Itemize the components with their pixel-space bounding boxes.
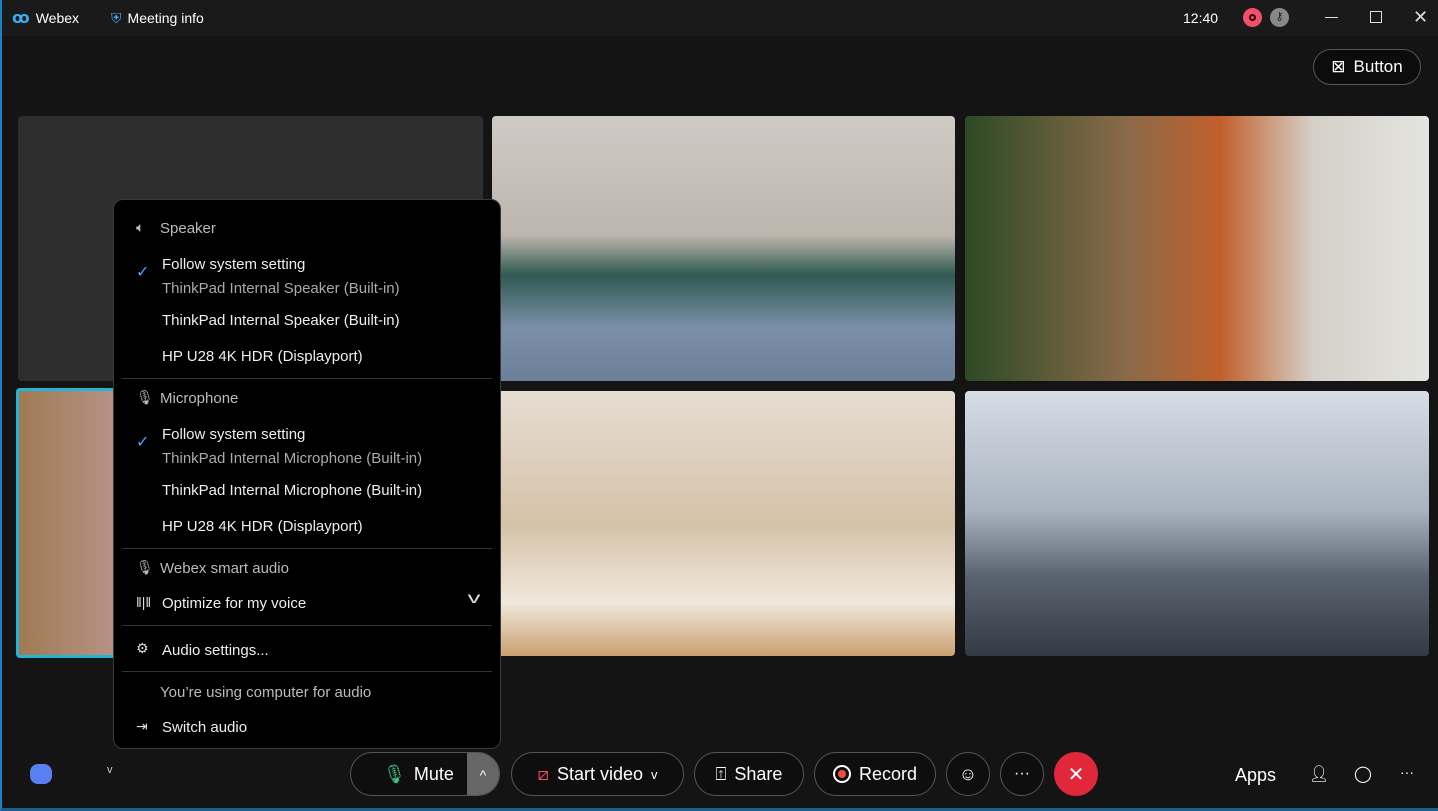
meeting-info-button[interactable]: Meeting info [128,10,204,26]
audio-status: You’re using computer for audio [160,684,372,701]
video-off-icon: ⧄ [537,763,549,784]
end-call-button[interactable]: ✕ [1054,752,1098,796]
start-video-label: Start video [556,763,643,784]
shield-lock-icon[interactable]: ⛨ [111,10,122,27]
chevron-down-icon: v [467,590,481,607]
apps-button[interactable]: Apps [1235,765,1276,786]
mute-label: Mute [413,763,454,784]
top-button[interactable]: ⊠ Button [1313,49,1421,85]
smiley-icon: ☺ [958,763,978,784]
ellipsis-icon: ··· [1014,765,1030,782]
crossed-box-icon: ⊠ [1331,57,1346,76]
chat-icon[interactable]: ◯ [1354,764,1372,784]
mute-button[interactable]: 🎙︎ Mute ^ [350,752,500,796]
share-button[interactable]: ⍐ Share [694,752,804,796]
microphone-option[interactable]: HP U28 4K HDR (Displayport) [162,518,363,535]
option-title: Follow system setting [162,256,306,273]
smart-audio-value: Optimize for my voice [162,595,307,612]
participants-icon[interactable]: 👤︎ [1309,764,1329,784]
ai-assistant-icon[interactable] [30,764,52,784]
minimize-button[interactable] [1325,17,1338,18]
close-button[interactable]: ✕ [1413,7,1428,28]
speaker-option[interactable]: ThinkPad Internal Speaker (Built-in) [162,312,400,329]
switch-audio-item[interactable]: Switch audio [162,719,247,736]
microphone-icon: 🎙︎ [383,763,406,784]
speaker-option[interactable]: HP U28 4K HDR (Displayport) [162,348,363,365]
divider [122,625,492,626]
video-tile-3[interactable] [965,116,1429,381]
record-button[interactable]: Record [814,752,936,796]
chevron-down-icon[interactable]: v [651,767,658,782]
audio-menu: 🔈︎ Speaker ✓ Follow system setting Think… [113,199,501,749]
record-icon [832,765,851,783]
checkmark-icon: ✓ [136,264,150,281]
share-icon: ⍐ [715,763,727,784]
chevron-down-icon[interactable]: v [107,764,113,776]
divider [122,548,492,549]
start-video-button[interactable]: ⧄ Start video v [511,752,684,796]
video-tile-5[interactable] [965,391,1429,656]
smart-audio-icon: 🎙︎ [136,559,154,575]
option-subtitle: ThinkPad Internal Speaker (Built-in) [162,280,400,297]
share-label: Share [734,763,783,784]
waveform-icon: ‖|‖ [136,594,152,610]
smart-audio-header: Webex smart audio [160,560,289,577]
maximize-button[interactable] [1370,11,1382,23]
more-options-button[interactable]: ··· [1000,752,1044,796]
top-button-label: Button [1353,57,1403,76]
recording-indicator-icon[interactable] [1243,8,1262,27]
checkmark-icon: ✓ [136,434,150,451]
app-name: Webex [35,10,80,26]
video-tile-2[interactable] [492,116,955,381]
microphone-icon: 🎙︎ [136,389,154,405]
gear-icon: ⚙ [136,640,149,656]
record-label: Record [858,763,918,784]
audio-settings-item[interactable]: Audio settings... [162,642,269,659]
microphone-header: Microphone [160,390,239,407]
speaker-header: Speaker [160,220,216,237]
key-icon[interactable]: ⚷ [1270,8,1289,27]
close-icon: ✕ [1067,763,1085,786]
more-icon[interactable]: ··· [1400,764,1414,780]
divider [122,378,492,379]
audio-options-button[interactable]: ^ [467,753,499,795]
title-bar: ꝏ Webex ⛨ Meeting info 12:40 ⚷ ✕ [2,0,1438,36]
speaker-icon: 🔈︎ [136,219,145,235]
option-title: Follow system setting [162,426,306,443]
reactions-button[interactable]: ☺ [946,752,990,796]
webex-logo-icon: ꝏ [12,10,30,27]
video-tile-4[interactable] [492,391,955,656]
switch-audio-icon: ⇥ [136,718,148,734]
clock: 12:40 [1183,10,1219,26]
option-subtitle: ThinkPad Internal Microphone (Built-in) [162,450,423,467]
divider [122,671,492,672]
microphone-option[interactable]: ThinkPad Internal Microphone (Built-in) [162,482,422,499]
